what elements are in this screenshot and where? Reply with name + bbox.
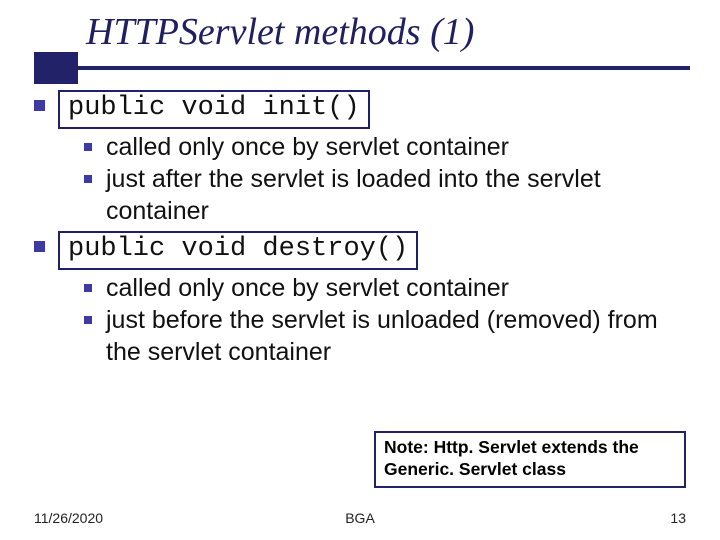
note-box: Note: Http. Servlet extends the Generic.… <box>374 431 686 488</box>
list-item: just after the servlet is loaded into th… <box>84 163 690 227</box>
square-bullet-icon <box>34 100 45 111</box>
list-item: just before the servlet is unloaded (rem… <box>84 304 690 368</box>
bullet-text: just before the servlet is unloaded (rem… <box>106 304 690 368</box>
list-item: public void init() <box>34 90 690 129</box>
footer-date: 11/26/2020 <box>34 510 103 526</box>
footer-page: 13 <box>670 510 686 526</box>
square-bullet-icon <box>84 143 92 151</box>
list-item: called only once by servlet container <box>84 272 690 304</box>
bullet-text: called only once by servlet container <box>106 131 690 163</box>
content-area: public void init() called only once by s… <box>0 86 720 368</box>
square-bullet-icon <box>84 175 92 183</box>
sublist: called only once by servlet container ju… <box>34 272 690 368</box>
sublist: called only once by servlet container ju… <box>34 131 690 227</box>
code-signature: public void init() <box>58 90 370 129</box>
square-bullet-icon <box>34 241 45 252</box>
list-item: called only once by servlet container <box>84 131 690 163</box>
square-bullet-icon <box>84 316 92 324</box>
title-region: HTTPServlet methods (1) <box>0 0 720 86</box>
bullet-text: called only once by servlet container <box>106 272 690 304</box>
code-signature: public void destroy() <box>58 231 418 270</box>
list-item: public void destroy() <box>34 231 690 270</box>
slide-title: HTTPServlet methods (1) <box>86 10 474 54</box>
bullet-text: just after the servlet is loaded into th… <box>106 163 690 227</box>
title-accent-block <box>34 52 78 84</box>
square-bullet-icon <box>84 284 92 292</box>
footer: 11/26/2020 BGA 13 <box>0 510 720 526</box>
title-underline <box>34 66 690 70</box>
footer-center: BGA <box>345 510 375 526</box>
